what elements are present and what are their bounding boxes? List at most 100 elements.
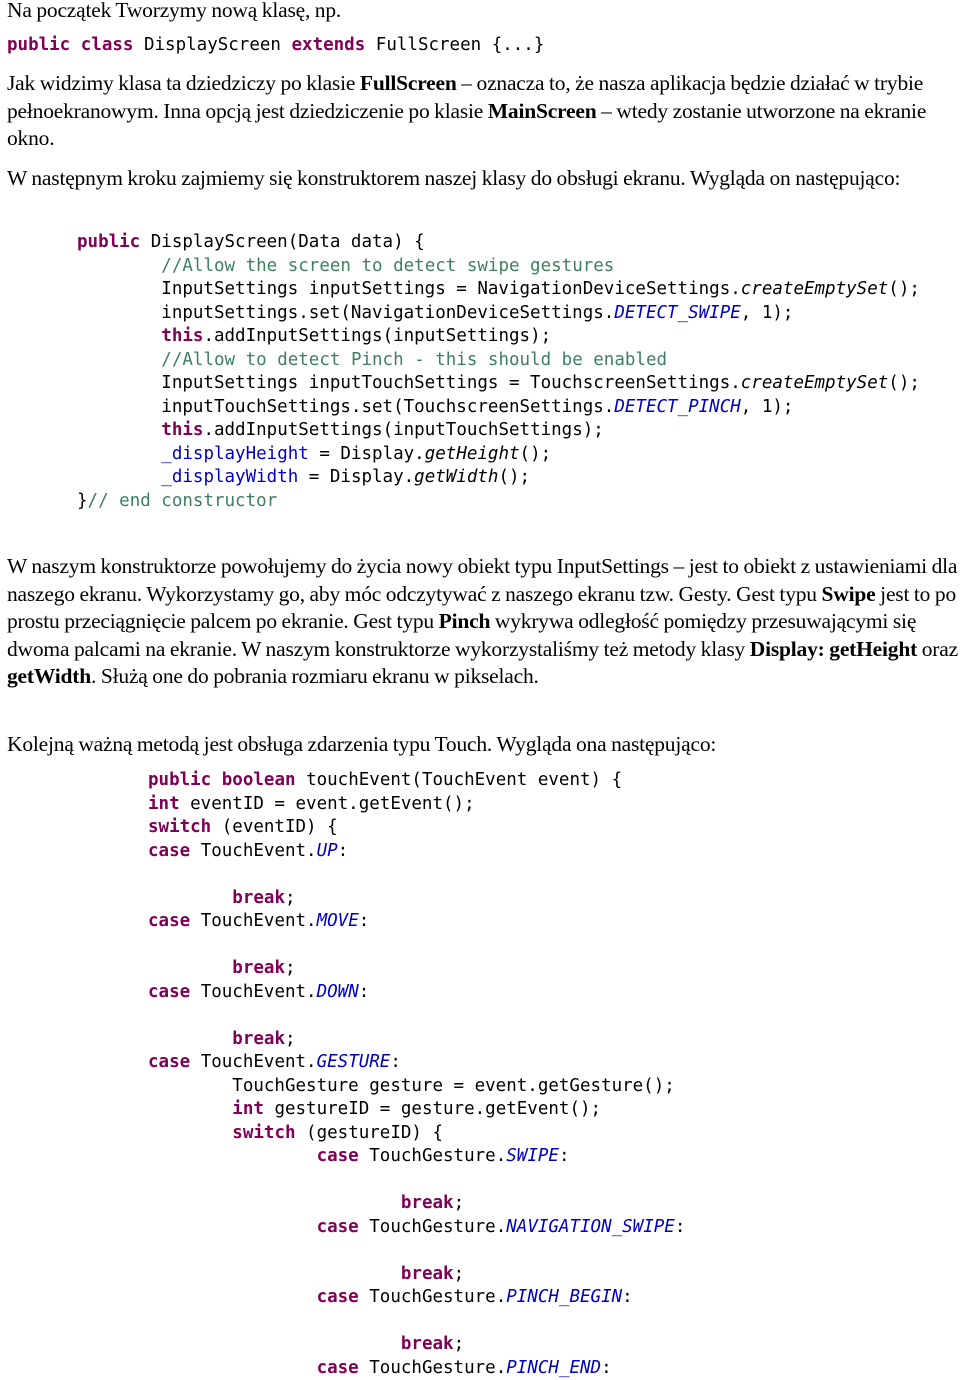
code-constant: PINCH_END — [506, 1358, 601, 1378]
text-run: ; — [454, 1193, 465, 1213]
text-run — [148, 1264, 401, 1284]
text-run — [70, 35, 81, 55]
code-keyword: break — [401, 1334, 454, 1354]
code-constant: UP — [317, 841, 338, 861]
code-keyword: break — [401, 1193, 454, 1213]
bold-term: MainScreen — [488, 99, 597, 123]
bold-term: Display: getHeight — [750, 637, 917, 661]
class-declaration-code: public class DisplayScreen extends FullS… — [7, 34, 544, 58]
code-keyword: int — [148, 794, 180, 814]
text-run: DisplayScreen(Data data) { — [140, 232, 424, 252]
code-constant: DOWN — [317, 982, 359, 1002]
text-run: TouchGesture gesture = event.getGesture(… — [148, 1076, 675, 1096]
code-keyword: class — [81, 35, 134, 55]
text-run: .addInputSettings(inputSettings); — [203, 326, 551, 346]
text-run: oraz — [917, 637, 958, 661]
text-run — [77, 467, 161, 487]
touch-event-code-block: public boolean touchEvent(TouchEvent eve… — [148, 769, 685, 1380]
code-line: switch (eventID) { — [148, 816, 685, 840]
text-run: : — [601, 1358, 612, 1378]
intro-text: Na początek Tworzymy nową klasę, np. — [7, 0, 341, 22]
text-run: FullScreen {...} — [365, 35, 544, 55]
text-run: getWidth — [414, 467, 498, 487]
bold-term: getWidth — [7, 664, 91, 688]
code-keyword: break — [232, 958, 285, 978]
text-run: ; — [285, 958, 296, 978]
text-run: ; — [454, 1264, 465, 1284]
code-line: break; — [148, 1333, 685, 1357]
bold-term: Swipe — [822, 582, 876, 606]
text-run: InputSettings inputSettings = Navigation… — [77, 279, 741, 299]
code-keyword: int — [232, 1099, 264, 1119]
code-keyword: public — [7, 35, 70, 55]
code-line: _displayHeight = Display.getHeight(); — [77, 443, 920, 467]
code-constant: NAVIGATION_SWIPE — [506, 1217, 675, 1237]
text-run — [211, 770, 222, 790]
text-run: getHeight — [425, 444, 520, 464]
text-run: TouchEvent. — [190, 911, 316, 931]
text-run — [148, 1193, 401, 1213]
text-run: W naszym konstruktorze powołujemy do życ… — [7, 554, 957, 606]
code-line: int gestureID = gesture.getEvent(); — [148, 1098, 685, 1122]
text-run: eventID = event.getEvent(); — [180, 794, 475, 814]
text-run: _displayWidth — [161, 467, 298, 487]
code-line: switch (gestureID) { — [148, 1122, 685, 1146]
code-line: _displayWidth = Display.getWidth(); — [77, 466, 920, 490]
text-run: .addInputSettings(inputTouchSettings); — [203, 420, 603, 440]
code-constant: PINCH_BEGIN — [506, 1287, 622, 1307]
text-run: TouchGesture. — [359, 1287, 507, 1307]
intro-paragraph: Na początek Tworzymy nową klasę, np. — [7, 0, 960, 25]
text-run — [148, 1123, 232, 1143]
text-run: touchEvent(TouchEvent event) { — [296, 770, 623, 790]
code-line — [148, 1004, 685, 1028]
text-run: : — [359, 911, 370, 931]
text-run: InputSettings inputTouchSettings = Touch… — [77, 373, 741, 393]
text-run: Kolejną ważną metodą jest obsługa zdarze… — [7, 732, 716, 756]
text-run: TouchGesture. — [359, 1358, 507, 1378]
text-run — [148, 1217, 317, 1237]
code-line: inputTouchSettings.set(TouchscreenSettin… — [77, 396, 920, 420]
text-run: TouchEvent. — [190, 841, 316, 861]
code-comment: //Allow the screen to detect swipe gestu… — [161, 256, 614, 276]
code-keyword: extends — [292, 35, 366, 55]
text-run: (); — [888, 279, 920, 299]
code-line: break; — [148, 887, 685, 911]
code-line: this.addInputSettings(inputSettings); — [77, 325, 920, 349]
code-keyword: case — [317, 1217, 359, 1237]
text-run: , 1); — [741, 303, 794, 323]
text-run: ; — [285, 888, 296, 908]
code-keyword: boolean — [222, 770, 296, 790]
code-comment: //Allow to detect Pinch - this should be… — [161, 350, 667, 370]
code-line — [148, 934, 685, 958]
code-line: //Allow the screen to detect swipe gestu… — [77, 255, 920, 279]
code-keyword: break — [232, 1029, 285, 1049]
text-run: = Display. — [309, 444, 425, 464]
code-line: this.addInputSettings(inputTouchSettings… — [77, 419, 920, 443]
code-keyword: switch — [232, 1123, 295, 1143]
code-keyword: break — [232, 888, 285, 908]
code-line: inputSettings.set(NavigationDeviceSettin… — [77, 302, 920, 326]
text-run: , 1); — [741, 397, 794, 417]
code-line: case TouchEvent.MOVE: — [148, 910, 685, 934]
text-run: inputSettings.set(NavigationDeviceSettin… — [77, 303, 614, 323]
text-run: (gestureID) { — [296, 1123, 444, 1143]
code-line — [148, 1239, 685, 1263]
code-keyword: case — [317, 1358, 359, 1378]
text-run: DisplayScreen — [133, 35, 291, 55]
code-line: break; — [148, 1192, 685, 1216]
code-line: TouchGesture gesture = event.getGesture(… — [148, 1075, 685, 1099]
text-run: ; — [285, 1029, 296, 1049]
text-run: : — [622, 1287, 633, 1307]
bold-term: Pinch — [439, 609, 491, 633]
code-keyword: case — [317, 1146, 359, 1166]
text-run: : — [338, 841, 349, 861]
text-run: = Display. — [298, 467, 414, 487]
text-run — [148, 1334, 401, 1354]
code-keyword: public — [77, 232, 140, 252]
code-line — [148, 863, 685, 887]
text-run — [148, 1287, 317, 1307]
text-run: } — [77, 491, 88, 511]
code-keyword: case — [148, 841, 190, 861]
code-keyword: case — [317, 1287, 359, 1307]
text-run: TouchGesture. — [359, 1146, 507, 1166]
